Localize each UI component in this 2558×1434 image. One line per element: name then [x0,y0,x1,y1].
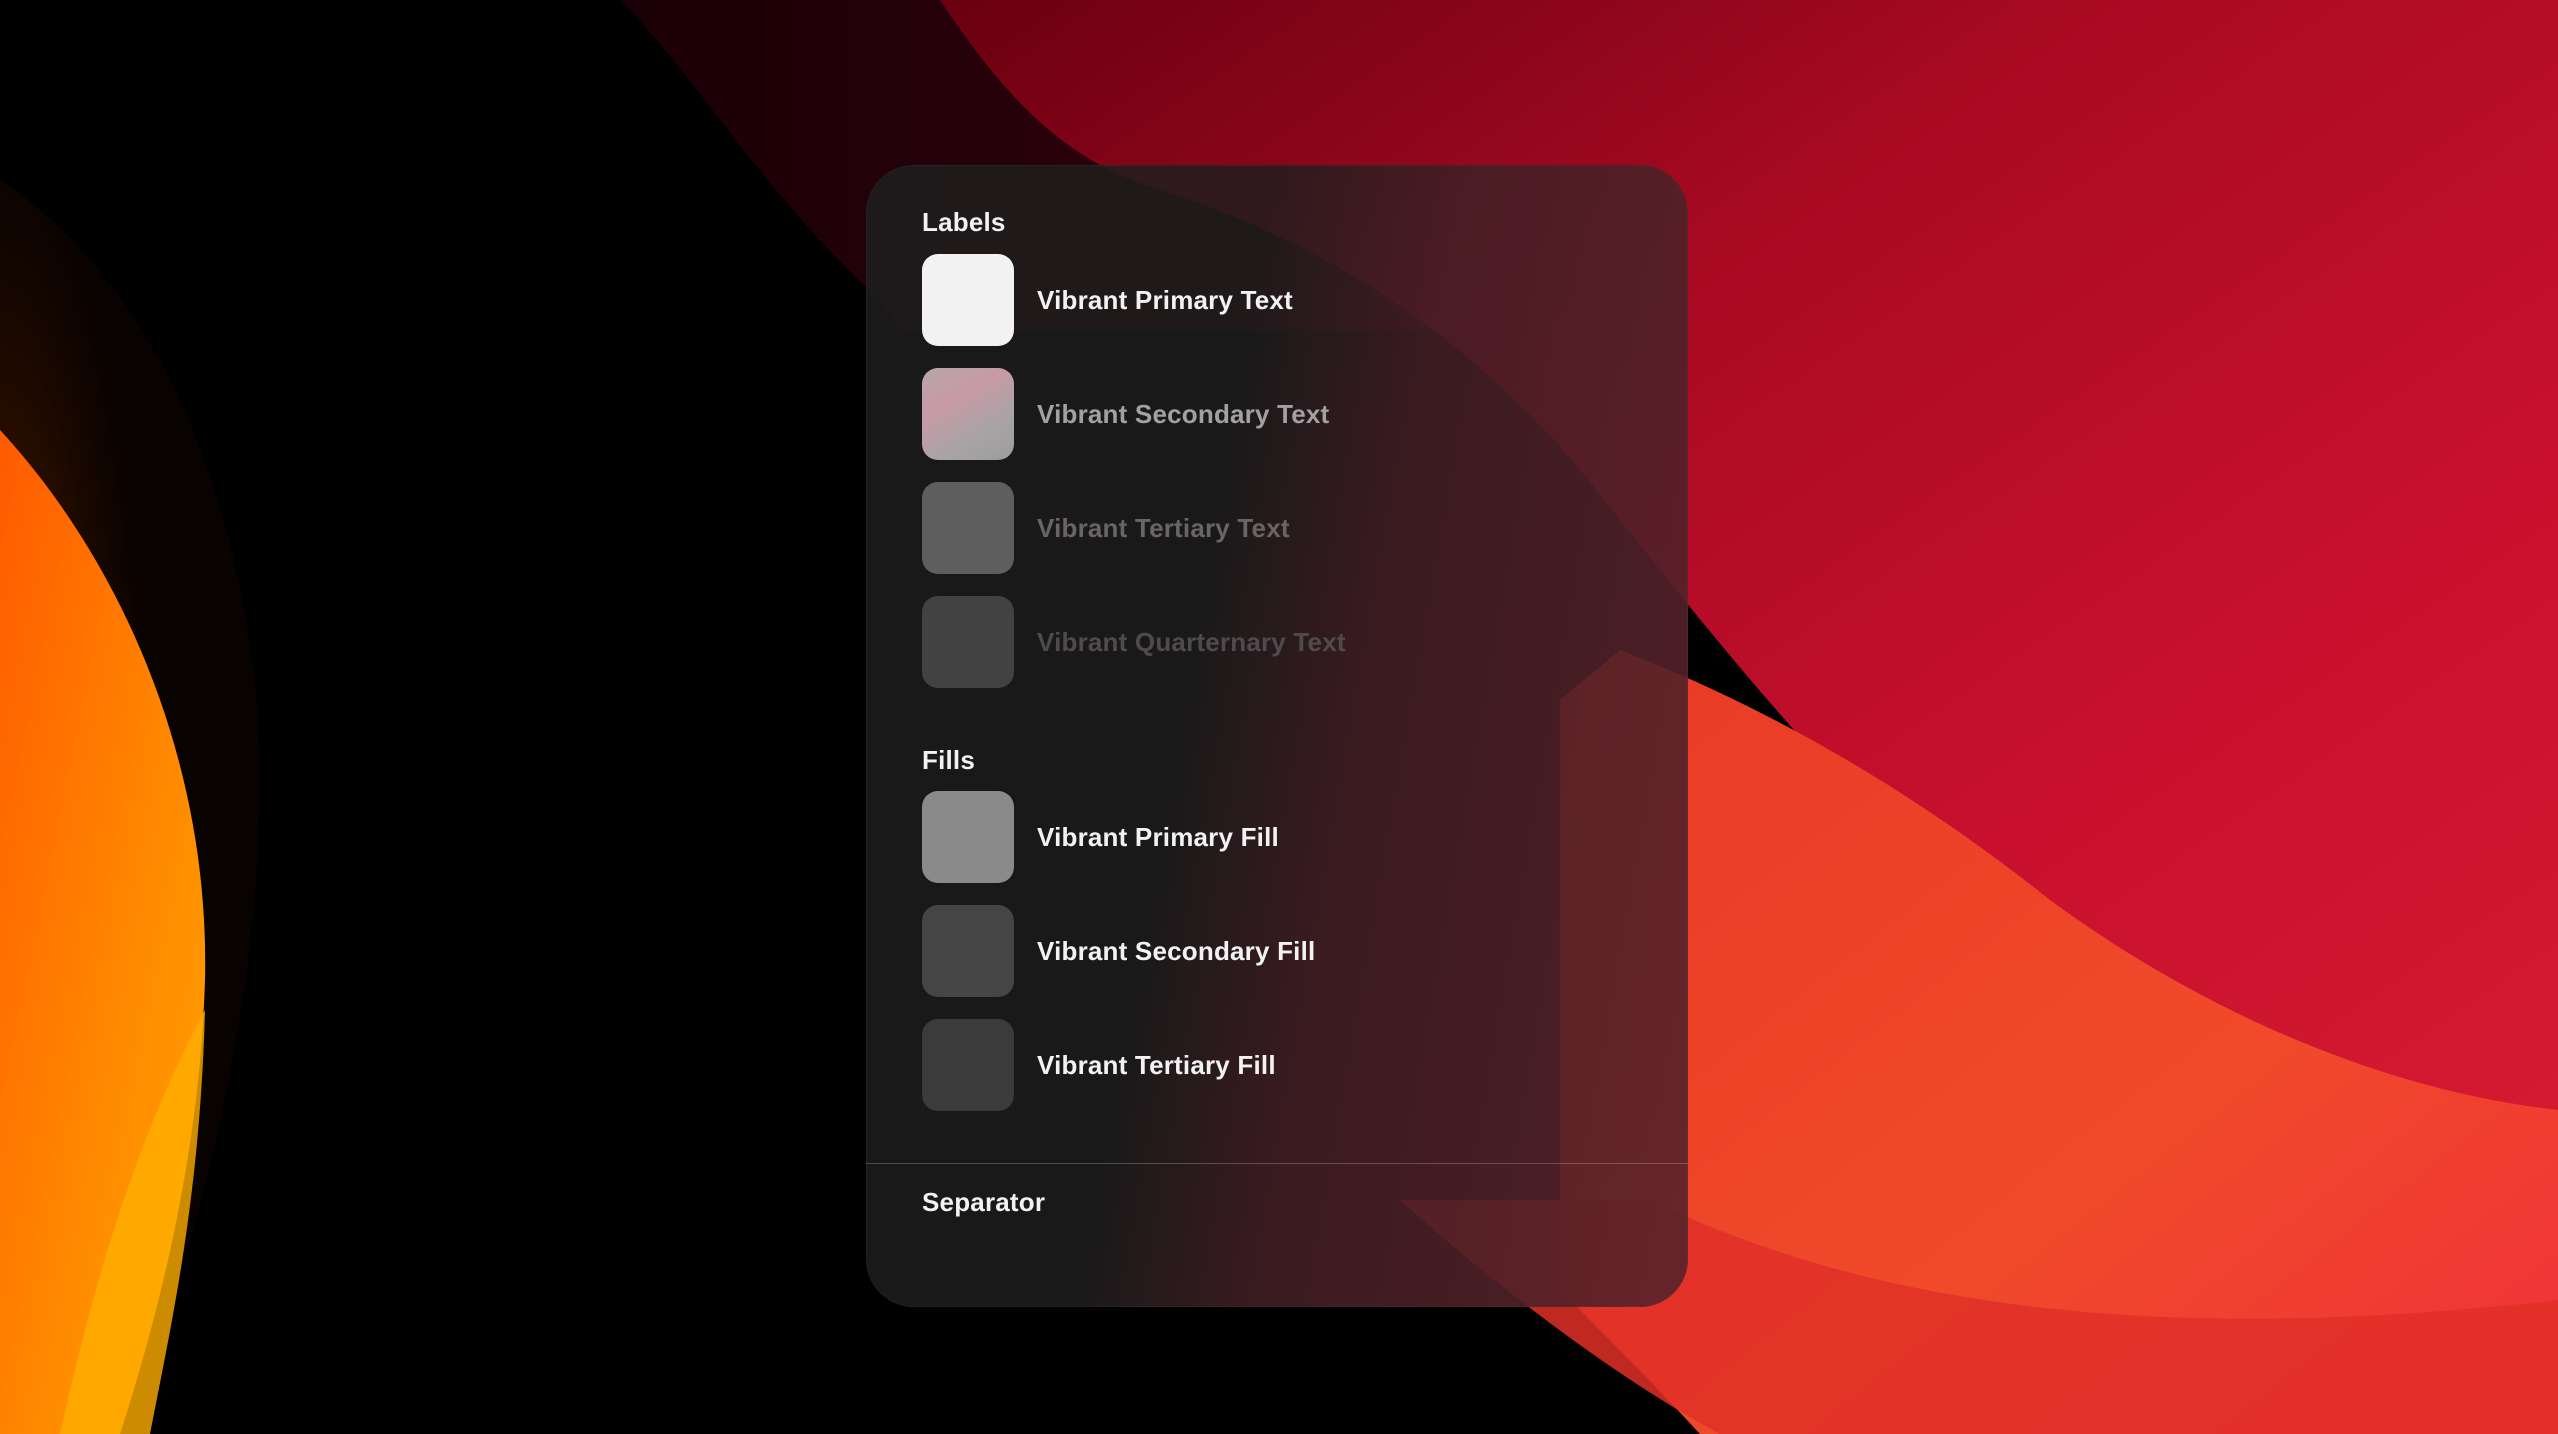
separator-section-title: Separator [922,1187,1046,1217]
label-secondary-fill: Vibrant Secondary Fill [1037,935,1316,966]
label-tertiary-text: Vibrant Tertiary Text [1037,512,1290,543]
label-primary-text: Vibrant Primary Text [1037,284,1293,315]
label-tertiary-fill: Vibrant Tertiary Fill [1037,1049,1276,1080]
label-row-primary-text: Vibrant Primary Text [922,254,1293,346]
swatch-tertiary-text [922,482,1014,574]
fills-section-title: Fills [922,745,976,775]
fill-row-tertiary: Vibrant Tertiary Fill [922,1019,1276,1111]
label-row-secondary-text: Vibrant Secondary Text [922,368,1329,460]
label-row-tertiary-text: Vibrant Tertiary Text [922,482,1290,574]
fill-row-primary: Vibrant Primary Fill [922,791,1279,883]
swatch-secondary-text [922,368,1014,460]
vibrancy-panel: Labels Vibrant Primary Text Vibrant Seco… [866,165,1688,1307]
swatch-tertiary-fill [922,1019,1014,1111]
label-primary-fill: Vibrant Primary Fill [1037,821,1279,852]
fill-row-secondary: Vibrant Secondary Fill [922,905,1315,997]
label-quarternary-text: Vibrant Quarternary Text [1037,626,1346,657]
label-row-quarternary-text: Vibrant Quarternary Text [922,596,1346,688]
swatch-primary-fill [922,791,1014,883]
swatch-primary-text [922,254,1014,346]
label-secondary-text: Vibrant Secondary Text [1037,398,1330,429]
separator-line [866,1163,1688,1164]
swatch-secondary-fill [922,905,1014,997]
swatch-quarternary-text [922,596,1014,688]
labels-section-title: Labels [922,207,1006,237]
